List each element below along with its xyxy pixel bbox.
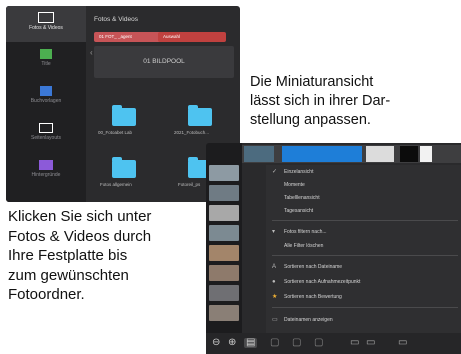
menu-separator: [272, 220, 458, 221]
menu-item-label: Einzelansicht: [284, 169, 314, 175]
sidebar-item-title[interactable]: Title: [6, 43, 86, 79]
sidebar-item-label: Hintergründe: [31, 172, 61, 178]
thumbnail[interactable]: [209, 205, 239, 221]
sidebar-item-label: Title: [41, 61, 51, 67]
sidebar-item-label: Seitenlayouts: [30, 135, 62, 141]
thumbnail[interactable]: [244, 146, 274, 162]
thumbnail[interactable]: [209, 245, 239, 261]
thumbnail[interactable]: [366, 146, 394, 162]
thumbnail[interactable]: [209, 225, 239, 241]
caption-line: Ihre Festplatte bis: [8, 247, 128, 264]
thumbnail-selected[interactable]: [282, 146, 362, 162]
thumbnail[interactable]: [209, 285, 239, 301]
caption-left: Klicken Sie sich unter Fotos & Videos du…: [8, 207, 151, 305]
camera-icon: ●: [272, 279, 276, 285]
caption-line: lässt sich in ihrer Dar-: [250, 93, 391, 109]
menu-item-show-filenames[interactable]: ▭ Dateinamen anzeigen: [266, 315, 461, 325]
thumbnail[interactable]: [209, 165, 239, 181]
folder-label[interactable]: Fotos allgemein: [100, 182, 132, 187]
toolbar-icon[interactable]: ▢: [314, 338, 323, 348]
folder-label[interactable]: 2021_Fotobuch...: [174, 130, 209, 135]
menu-item-clear-filters[interactable]: Alle Filter löschen: [266, 241, 461, 251]
back-arrow-icon[interactable]: ‹: [90, 48, 93, 57]
zoom-in-icon[interactable]: ⊕: [228, 338, 236, 348]
breadcrumb-chip[interactable]: 01 FOT_ _agent: [94, 32, 166, 42]
sidebar-item-label: Fotos & Videos: [29, 25, 63, 31]
folder-label[interactable]: 00_Fotoabet Lab: [98, 130, 132, 135]
folder-icon[interactable]: [112, 157, 136, 178]
thumbnail[interactable]: [209, 265, 239, 281]
menu-separator: [272, 255, 458, 256]
toolbar-icon[interactable]: ▭: [366, 338, 375, 348]
sidebar: Fotos & Videos Title Buchvorlagen Seiten…: [6, 6, 86, 202]
menu-item-label: Alle Filter löschen: [284, 243, 324, 249]
toolbar-icon[interactable]: ▭: [398, 338, 407, 348]
folder-icon[interactable]: [188, 105, 212, 126]
sidebar-item-fotos-videos[interactable]: Fotos & Videos: [6, 6, 86, 42]
menu-item-sort-rating[interactable]: ★ Sortieren nach Bewertung: [266, 292, 461, 302]
menu-separator: [272, 307, 458, 308]
context-menu-screenshot: ✓ Einzelansicht Momente Tabelllenansicht…: [206, 143, 461, 354]
toolbar-icon[interactable]: ▢: [270, 338, 279, 348]
bottom-toolbar: ⊖ ⊕ ▤ ▢ ▢ ▢ ▭ ▭ ▭: [206, 333, 461, 354]
sort-az-icon: A: [272, 264, 277, 270]
menu-item-label: Sortieren nach Bewertung: [284, 294, 342, 300]
sidebar-item-hintergruende[interactable]: Hintergründe: [6, 154, 86, 190]
menu-item-sort-capture-time[interactable]: ● Sortieren nach Aufnahmezeitpunkt: [266, 277, 461, 287]
sidebar-item-seitenlayouts[interactable]: Seitenlayouts: [6, 117, 86, 153]
photos-icon: [38, 12, 54, 23]
star-icon: ★: [272, 294, 278, 300]
thumbnail-column: [206, 143, 242, 333]
caption-right: Die Miniaturansicht lässt sich in ihrer …: [250, 73, 390, 130]
caption-line: zum gewünschten: [8, 266, 129, 284]
toolbar-icon[interactable]: ▭: [350, 338, 359, 348]
zoom-out-icon[interactable]: ⊖: [212, 338, 220, 348]
thumbnail[interactable]: [209, 185, 239, 201]
panel-title: Fotos & Videos: [94, 16, 138, 23]
folder-header: 01 BILDPOOL: [94, 46, 234, 78]
breadcrumb-chip[interactable]: Auswahl: [158, 32, 226, 42]
thumbnail-view-icon[interactable]: ▤: [244, 338, 258, 348]
layout-icon: [39, 123, 53, 133]
sidebar-item-buchvorlagen[interactable]: Buchvorlagen: [6, 80, 86, 116]
filter-icon: ▾: [272, 229, 276, 235]
thumbnail[interactable]: [420, 146, 432, 162]
caption-line: Fotoordner.: [8, 286, 85, 303]
file-browser-screenshot: Fotos & Videos Title Buchvorlagen Seiten…: [6, 6, 240, 202]
folder-icon[interactable]: [112, 105, 136, 126]
menu-item-label: Tagesansicht: [284, 208, 314, 214]
menu-item-filter[interactable]: ▾ Fotos filtern nach...: [266, 227, 461, 237]
caption-line: Klicken Sie sich unter: [8, 208, 152, 225]
menu-item-sort-filename[interactable]: A Sortieren nach Dateiname: [266, 262, 461, 272]
caption-line: Die Miniaturansicht: [250, 74, 374, 90]
menu-item-label: Momente: [284, 182, 305, 188]
menu-item-tagesansicht[interactable]: Tagesansicht: [266, 206, 461, 216]
menu-item-label: Fotos filtern nach...: [284, 229, 327, 235]
context-menu: ✓ Einzelansicht Momente Tabelllenansicht…: [266, 165, 461, 334]
folder-label[interactable]: Fotoreil_ps: [178, 182, 200, 187]
filename-icon: ▭: [272, 317, 278, 323]
book-template-icon: [40, 86, 52, 96]
toolbar-icon[interactable]: ▢: [292, 338, 301, 348]
menu-item-label: Sortieren nach Aufnahmezeitpunkt: [284, 279, 361, 285]
background-icon: [39, 160, 53, 170]
thumbnail[interactable]: [209, 305, 239, 321]
menu-item-label: Tabelllenansicht: [284, 195, 320, 201]
thumbnail[interactable]: [400, 146, 418, 162]
menu-item-momente[interactable]: Momente: [266, 180, 461, 190]
checkmark-icon: ✓: [272, 169, 278, 175]
menu-item-einzelansicht[interactable]: ✓ Einzelansicht: [266, 167, 461, 177]
sidebar-item-label: Buchvorlagen: [30, 98, 62, 104]
menu-item-tabellenansicht[interactable]: Tabelllenansicht: [266, 193, 461, 203]
menu-item-label: Sortieren nach Dateiname: [284, 264, 343, 270]
title-icon: [40, 49, 52, 59]
menu-item-label: Dateinamen anzeigen: [284, 317, 333, 323]
caption-line: Fotos & Videos durch: [8, 227, 152, 245]
caption-line: stellung anpassen.: [250, 112, 371, 128]
preview-strip: [242, 145, 461, 163]
